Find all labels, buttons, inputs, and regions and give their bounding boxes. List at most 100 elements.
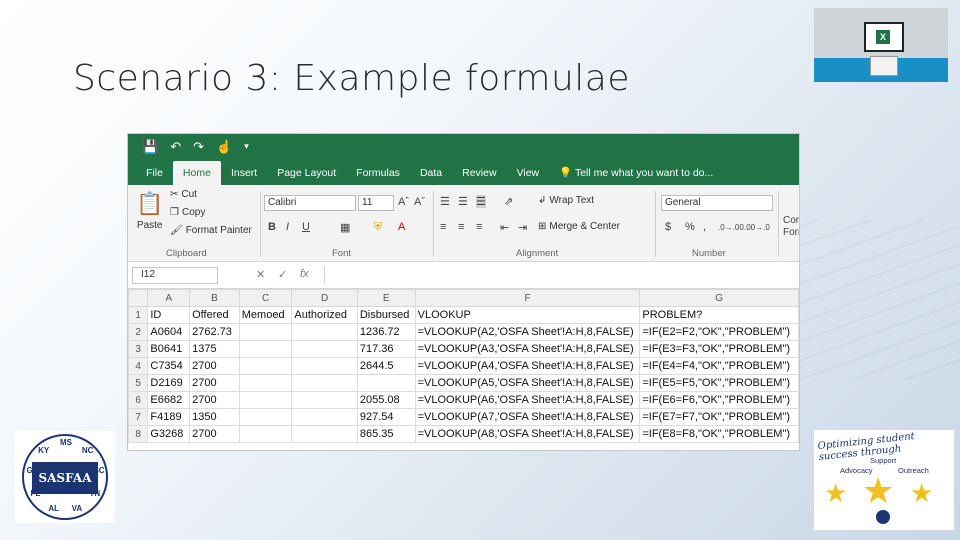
underline-button[interactable]: U [302, 221, 310, 233]
cell-b5[interactable]: 2700 [189, 374, 240, 392]
tab-home[interactable]: Home [172, 161, 221, 185]
increase-font-icon[interactable]: Aˆ [398, 196, 409, 208]
column-header-e[interactable]: E [356, 289, 416, 307]
font-size-combo[interactable]: 11 [358, 195, 394, 211]
cell-c6[interactable] [238, 391, 293, 409]
name-box[interactable]: I12 [132, 267, 218, 284]
tell-me-search[interactable]: 💡 Tell me what you want to do... [549, 160, 723, 185]
row-header[interactable]: 3 [128, 340, 149, 358]
align-middle-icon[interactable]: ☰ [458, 195, 468, 208]
font-name-combo[interactable]: Calibri [264, 195, 356, 211]
cell-g1[interactable]: PROBLEM? [639, 306, 799, 324]
percent-button[interactable]: % [685, 221, 695, 233]
tab-insert[interactable]: Insert [221, 161, 267, 185]
currency-button[interactable]: $ [665, 221, 671, 233]
column-header-d[interactable]: D [291, 289, 358, 307]
cell-b6[interactable]: 2700 [189, 391, 240, 409]
cell-e7[interactable]: 927.54 [356, 408, 416, 426]
cell-a2[interactable]: A0604 [147, 323, 191, 341]
cell-a3[interactable]: B0641 [147, 340, 191, 358]
cell-f6[interactable]: =VLOOKUP(A6,'OSFA Sheet'!A:H,8,FALSE) [414, 391, 641, 409]
decrease-indent-icon[interactable]: ⇤ [500, 221, 509, 234]
cell-a6[interactable]: E6682 [147, 391, 191, 409]
conditional-formatting-button[interactable]: Cor [783, 215, 799, 226]
align-center-icon[interactable]: ≡ [458, 221, 464, 233]
cell-d4[interactable] [291, 357, 358, 375]
cell-g4[interactable]: =IF(E4=F4,"OK","PROBLEM") [639, 357, 799, 375]
cell-d8[interactable] [291, 425, 358, 443]
row-header[interactable]: 2 [128, 323, 149, 341]
enter-icon[interactable]: ✓ [278, 268, 287, 281]
align-top-icon[interactable]: ☰ [440, 195, 450, 208]
cell-f7[interactable]: =VLOOKUP(A7,'OSFA Sheet'!A:H,8,FALSE) [414, 408, 641, 426]
cell-a1[interactable]: ID [147, 306, 191, 324]
redo-icon[interactable]: ↷ [193, 139, 204, 155]
increase-indent-icon[interactable]: ⇥ [518, 221, 527, 234]
cell-c3[interactable] [238, 340, 293, 358]
cell-b4[interactable]: 2700 [189, 357, 240, 375]
cancel-icon[interactable]: ✕ [256, 268, 265, 281]
cell-a5[interactable]: D2169 [147, 374, 191, 392]
cell-a7[interactable]: F4189 [147, 408, 191, 426]
cell-e5[interactable] [356, 374, 416, 392]
tab-data[interactable]: Data [410, 161, 452, 185]
cell-d7[interactable] [291, 408, 358, 426]
cell-e4[interactable]: 2644.5 [356, 357, 416, 375]
cell-b8[interactable]: 2700 [189, 425, 240, 443]
cell-d6[interactable] [291, 391, 358, 409]
cell-c8[interactable] [238, 425, 293, 443]
cell-e3[interactable]: 717.36 [356, 340, 416, 358]
cell-g5[interactable]: =IF(E5=F5,"OK","PROBLEM") [639, 374, 799, 392]
cell-g3[interactable]: =IF(E3=F3,"OK","PROBLEM") [639, 340, 799, 358]
cell-e1[interactable]: Disbursed [356, 306, 416, 324]
format-painter-button[interactable]: 🖌 Format Painter [170, 225, 252, 236]
row-header[interactable]: 8 [128, 425, 149, 443]
cut-button[interactable]: ✂ Cut [170, 189, 197, 200]
tab-formulas[interactable]: Formulas [346, 161, 410, 185]
cell-e6[interactable]: 2055.08 [356, 391, 416, 409]
insert-function-icon[interactable]: fx [300, 268, 309, 280]
increase-decimal-button[interactable]: .0→.00 [718, 223, 744, 232]
cell-e8[interactable]: 865.35 [356, 425, 416, 443]
bold-button[interactable]: B [268, 221, 276, 233]
row-header[interactable]: 6 [128, 391, 149, 409]
formula-input[interactable] [324, 266, 794, 284]
cell-g2[interactable]: =IF(E2=F2,"OK","PROBLEM") [639, 323, 799, 341]
cell-f2[interactable]: =VLOOKUP(A2,'OSFA Sheet'!A:H,8,FALSE) [414, 323, 641, 341]
row-header[interactable]: 1 [128, 306, 149, 324]
cell-f3[interactable]: =VLOOKUP(A3,'OSFA Sheet'!A:H,8,FALSE) [414, 340, 641, 358]
cell-e2[interactable]: 1236.72 [356, 323, 416, 341]
cell-b2[interactable]: 2762.73 [189, 323, 240, 341]
cell-c2[interactable] [238, 323, 293, 341]
cell-g6[interactable]: =IF(E6=F6,"OK","PROBLEM") [639, 391, 799, 409]
cell-a8[interactable]: G3268 [147, 425, 191, 443]
italic-button[interactable]: I [286, 221, 289, 233]
font-color-icon[interactable]: A [398, 221, 405, 233]
cell-f4[interactable]: =VLOOKUP(A4,'OSFA Sheet'!A:H,8,FALSE) [414, 357, 641, 375]
tab-file[interactable]: File [136, 161, 173, 185]
cell-f5[interactable]: =VLOOKUP(A5,'OSFA Sheet'!A:H,8,FALSE) [414, 374, 641, 392]
wrap-text-button[interactable]: ↲ Wrap Text [538, 195, 594, 206]
cell-f8[interactable]: =VLOOKUP(A8,'OSFA Sheet'!A:H,8,FALSE) [414, 425, 641, 443]
decrease-decimal-button[interactable]: .00→.0 [744, 223, 770, 232]
cell-d3[interactable] [291, 340, 358, 358]
row-header[interactable]: 4 [128, 357, 149, 375]
touch-mode-icon[interactable]: ☝ [216, 139, 232, 155]
align-bottom-icon[interactable]: ☰ [476, 195, 486, 208]
orientation-icon[interactable]: ⇗ [504, 195, 513, 208]
cell-c1[interactable]: Memoed [238, 306, 293, 324]
borders-icon[interactable]: ▦ [340, 221, 350, 234]
column-header-c[interactable]: C [238, 289, 293, 307]
tab-page-layout[interactable]: Page Layout [267, 161, 346, 185]
fill-color-icon[interactable]: ⛨ [374, 221, 382, 234]
cell-d2[interactable] [291, 323, 358, 341]
comma-button[interactable]: , [703, 221, 706, 233]
select-all-corner[interactable] [128, 289, 149, 307]
tab-review[interactable]: Review [452, 161, 506, 185]
column-header-g[interactable]: G [639, 289, 799, 307]
cell-b7[interactable]: 1350 [189, 408, 240, 426]
cell-b1[interactable]: Offered [189, 306, 240, 324]
column-header-b[interactable]: B [189, 289, 240, 307]
cell-b3[interactable]: 1375 [189, 340, 240, 358]
column-header-a[interactable]: A [147, 289, 191, 307]
